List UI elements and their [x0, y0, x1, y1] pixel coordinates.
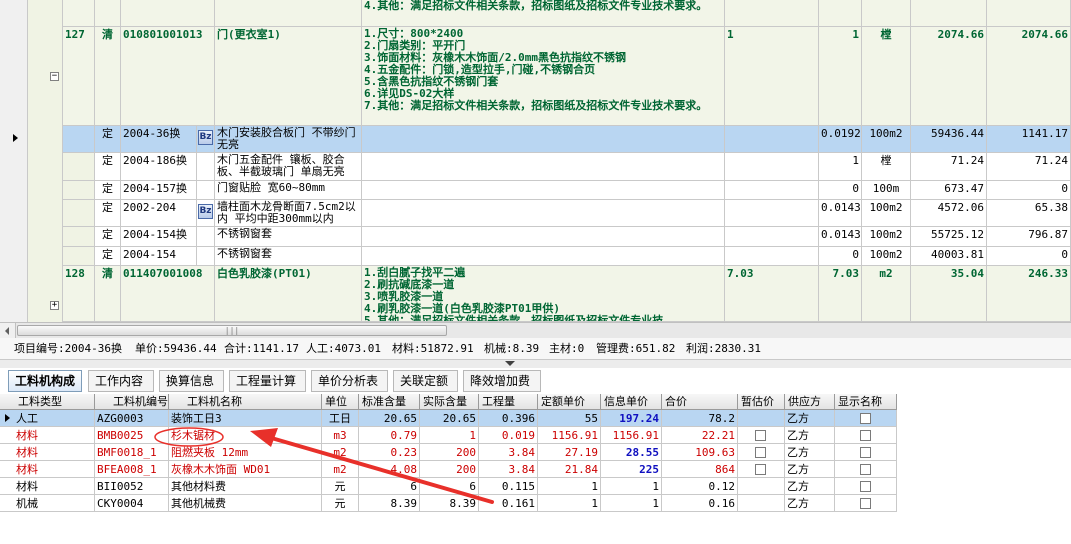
- annotation-overlay: [154, 427, 494, 504]
- annotation-arrow-head: [250, 428, 278, 447]
- annotation-ellipse: [154, 427, 224, 447]
- annotation-arrow-line: [266, 435, 494, 504]
